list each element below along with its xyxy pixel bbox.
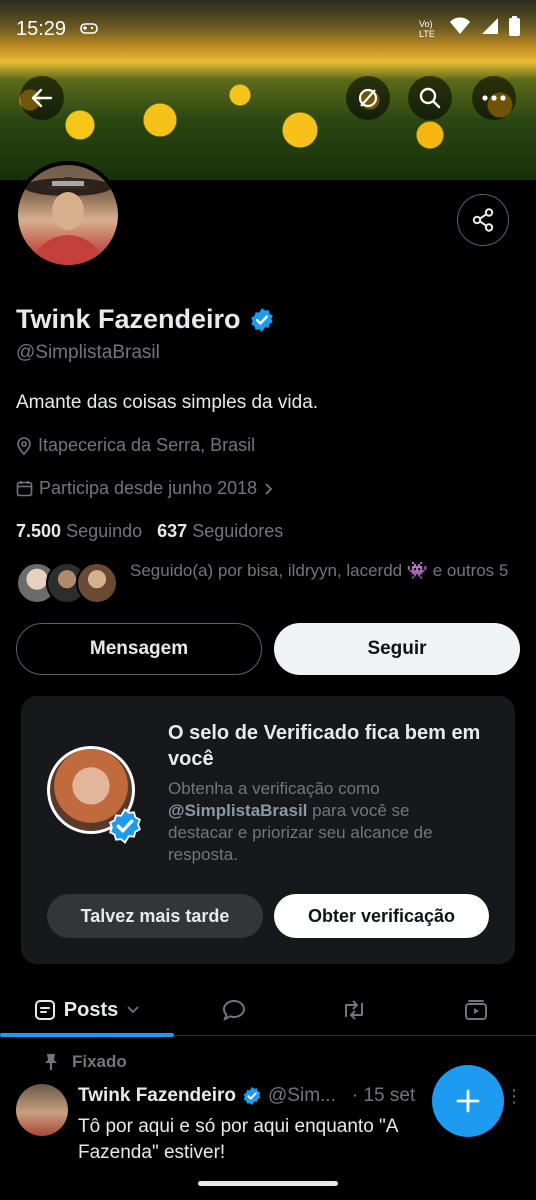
maybe-later-button[interactable]: Talvez mais tarde bbox=[47, 894, 263, 938]
followers-count: 637 bbox=[157, 521, 188, 541]
promo-desc-prefix: Obtenha a verificação como bbox=[168, 779, 380, 798]
get-verified-button[interactable]: Obter verificação bbox=[274, 894, 489, 938]
media-icon bbox=[465, 1000, 487, 1020]
active-tab-indicator bbox=[0, 1033, 174, 1037]
share-icon bbox=[472, 208, 494, 232]
profile-tabs: Posts bbox=[0, 984, 536, 1037]
joined-text: Participa desde junho 2018 bbox=[39, 478, 258, 498]
wifi-icon bbox=[449, 17, 471, 41]
plus-icon bbox=[456, 1089, 480, 1113]
back-button[interactable] bbox=[20, 76, 64, 120]
battery-icon bbox=[509, 16, 520, 42]
chevron-down-icon bbox=[127, 1006, 139, 1014]
more-options-button[interactable] bbox=[472, 76, 516, 120]
calendar-icon bbox=[16, 481, 33, 497]
joined-row[interactable]: Participa desde junho 2018 bbox=[16, 478, 273, 499]
profile-avatar[interactable] bbox=[14, 161, 122, 269]
promo-desc-handle: @SimplistaBrasil bbox=[168, 801, 308, 820]
mutual-avatar bbox=[76, 562, 118, 604]
post-text: Tô por aqui e só por aqui enquanto "A Fa… bbox=[78, 1116, 398, 1163]
followers-link[interactable]: 637 Seguidores bbox=[157, 521, 283, 541]
share-button[interactable] bbox=[457, 194, 509, 246]
location-text: Itapecerica da Serra, Brasil bbox=[38, 435, 256, 455]
verified-badge-icon[interactable] bbox=[249, 307, 275, 333]
verified-badge-icon bbox=[109, 808, 141, 844]
profile-handle: @SimplistaBrasil bbox=[16, 342, 160, 363]
mutual-avatars bbox=[16, 562, 118, 604]
follow-stats: 7.500 Seguindo 637 Seguidores bbox=[16, 521, 283, 542]
follow-button[interactable]: Seguir bbox=[274, 623, 520, 675]
promo-description: Obtenha a verificação como @SimplistaBra… bbox=[168, 778, 468, 866]
status-time: 15:29 bbox=[16, 17, 67, 40]
location-pin-icon bbox=[17, 436, 31, 455]
following-label: Seguindo bbox=[66, 521, 143, 541]
location-row: Itapecerica da Serra, Brasil bbox=[16, 435, 255, 456]
tab-reposts[interactable] bbox=[320, 984, 388, 1036]
followers-label: Seguidores bbox=[192, 521, 284, 541]
repost-icon bbox=[345, 1000, 363, 1020]
status-bar: 15:29 Vo) LTE bbox=[0, 0, 536, 58]
post-header: Twink Fazendeiro @Sim... · 15 set bbox=[78, 1085, 415, 1107]
compose-button[interactable] bbox=[432, 1065, 504, 1137]
avatar-image bbox=[24, 177, 112, 265]
reply-icon bbox=[222, 999, 246, 1021]
following-count: 7.500 bbox=[16, 521, 62, 541]
followed-by-text: Seguido(a) por bisa, ildryyn, lacerdd 👾 … bbox=[130, 561, 509, 580]
pin-icon bbox=[45, 1054, 57, 1070]
pinned-label: Fixado bbox=[72, 1052, 127, 1071]
profile-bio: Amante das coisas simples da vida. bbox=[16, 392, 319, 413]
network-label: Vo) LTE bbox=[419, 19, 435, 39]
tab-replies[interactable] bbox=[200, 984, 268, 1036]
display-name-row: Twink Fazendeiro bbox=[16, 304, 275, 335]
arrow-left-icon bbox=[31, 88, 53, 108]
verification-promo-card: O selo de Verificado fica bem em você Ob… bbox=[21, 696, 515, 964]
post-date: · 15 set bbox=[351, 1085, 416, 1106]
post-author-name[interactable]: Twink Fazendeiro bbox=[78, 1085, 236, 1107]
chevron-right-icon bbox=[265, 482, 273, 495]
pinned-indicator: Fixado bbox=[44, 1052, 127, 1072]
grok-button[interactable] bbox=[346, 76, 390, 120]
following-link[interactable]: 7.500 Seguindo bbox=[16, 521, 142, 541]
posts-icon bbox=[34, 1000, 55, 1020]
gamepad-icon bbox=[80, 21, 98, 38]
tab-posts-label: Posts bbox=[63, 998, 119, 1021]
tab-posts[interactable]: Posts bbox=[0, 984, 174, 1036]
post-more-icon[interactable]: ⋮ bbox=[505, 1086, 523, 1107]
post-author-handle: @Sim... bbox=[268, 1085, 336, 1106]
search-button[interactable] bbox=[408, 76, 452, 120]
followed-by-row[interactable]: Seguido(a) por bisa, ildryyn, lacerdd 👾 … bbox=[16, 560, 526, 604]
refresh-icon bbox=[358, 88, 378, 108]
message-button[interactable]: Mensagem bbox=[16, 623, 262, 675]
tab-media[interactable] bbox=[442, 984, 510, 1036]
display-name: Twink Fazendeiro bbox=[16, 304, 241, 334]
more-icon bbox=[482, 95, 506, 101]
search-icon bbox=[419, 87, 441, 109]
promo-title: O selo de Verificado fica bem em você bbox=[168, 722, 481, 770]
post-avatar[interactable] bbox=[16, 1084, 68, 1136]
verified-badge-icon bbox=[243, 1086, 261, 1106]
signal-icon bbox=[481, 17, 499, 41]
gesture-nav-handle[interactable] bbox=[198, 1181, 338, 1186]
